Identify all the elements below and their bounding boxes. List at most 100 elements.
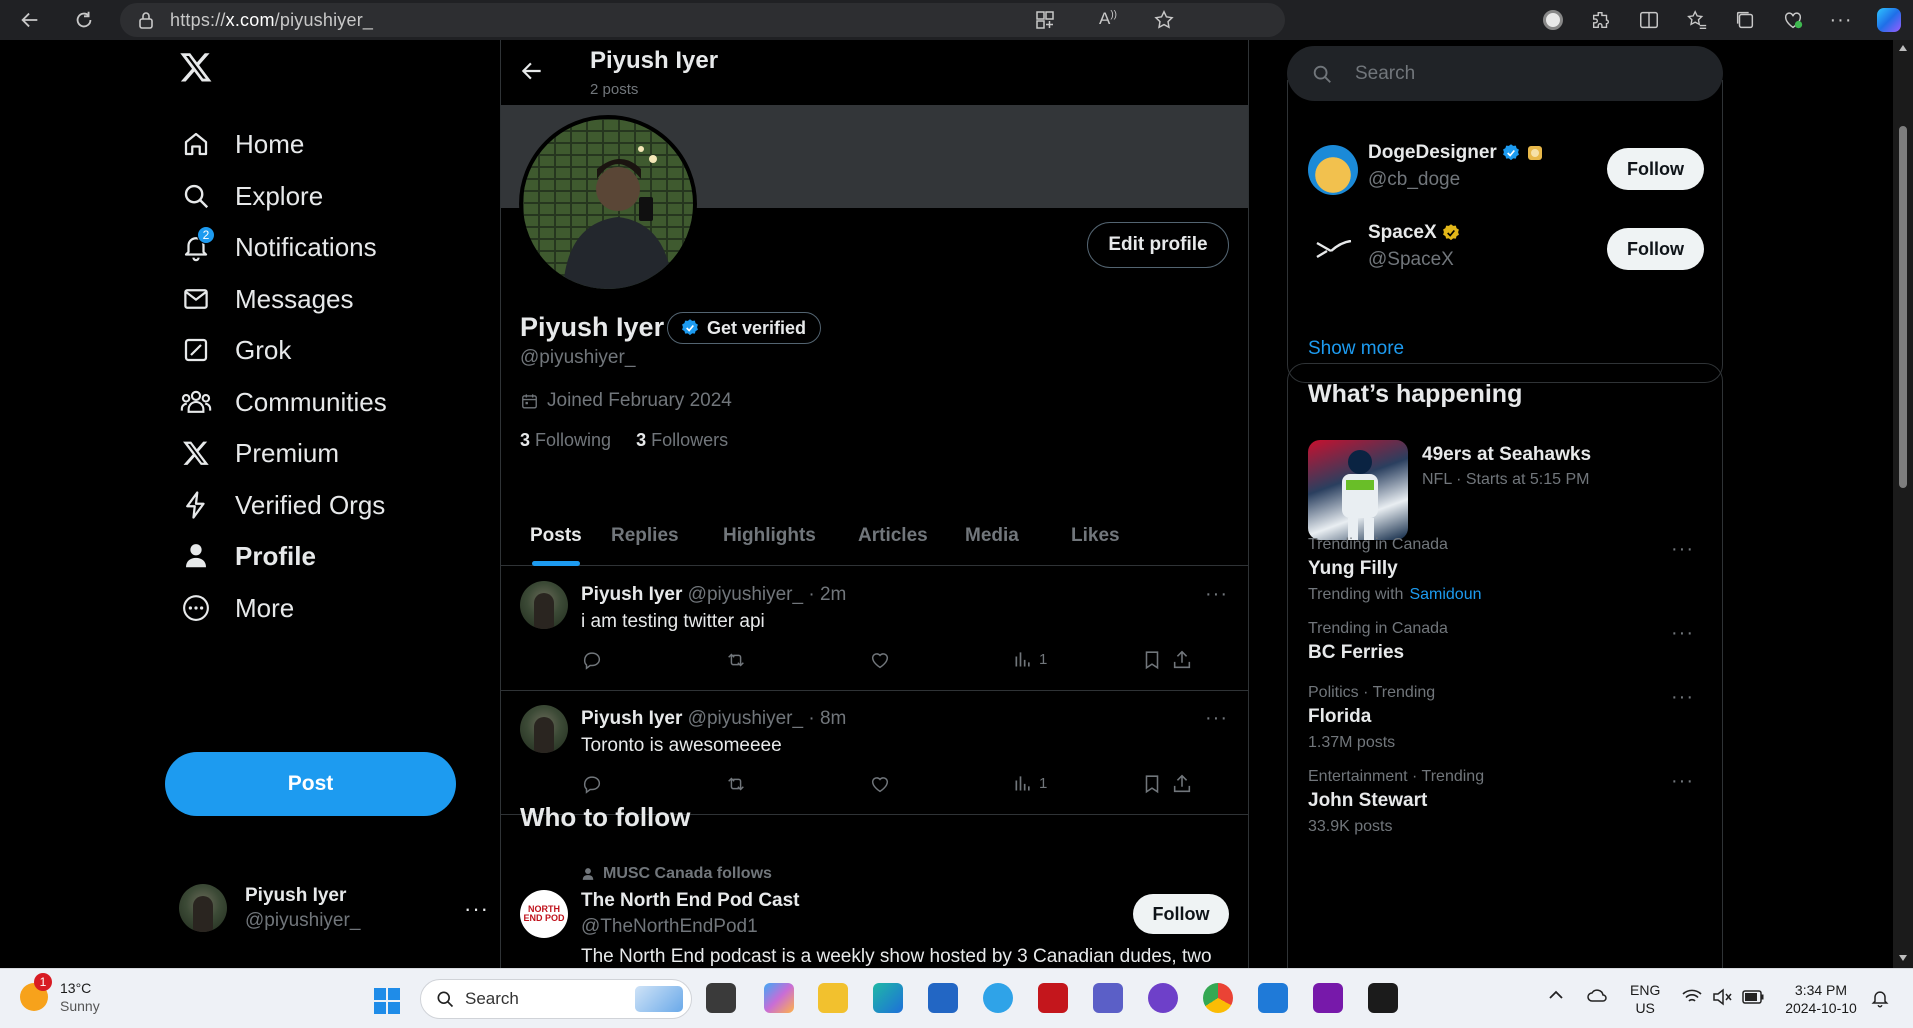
nav-notifications[interactable]: 2 Notifications — [165, 220, 377, 274]
avatar[interactable]: NORTH END POD — [520, 890, 568, 938]
share-icon[interactable] — [1171, 649, 1193, 671]
settings-more-icon[interactable]: ··· — [1817, 0, 1865, 40]
taskbar-search[interactable]: Search — [420, 979, 692, 1019]
tweet[interactable]: Piyush Iyer @piyushiyer_ · 2m ··· i am t… — [501, 567, 1248, 691]
views-icon[interactable]: 1 — [1013, 773, 1047, 793]
tab-media[interactable]: Media — [965, 506, 1019, 566]
suggested-account-name[interactable]: The North End Pod Cast — [581, 890, 800, 912]
scrollbar-thumb[interactable] — [1899, 126, 1907, 488]
onedrive-icon[interactable] — [1586, 987, 1608, 1003]
teams-icon[interactable] — [1093, 983, 1123, 1013]
wifi-icon[interactable] — [1682, 989, 1702, 1005]
language-indicator[interactable]: ENG US — [1630, 981, 1660, 1017]
extensions-icon[interactable] — [1577, 0, 1625, 40]
event-title[interactable]: 49ers at Seahawks — [1422, 444, 1591, 466]
trend-more-icon[interactable]: ··· — [1671, 686, 1694, 709]
repost-icon[interactable] — [725, 773, 747, 795]
profile-extension-icon[interactable] — [1529, 0, 1577, 40]
back-icon[interactable] — [10, 0, 50, 40]
trend-more-icon[interactable]: ··· — [1671, 770, 1694, 793]
apps-icon[interactable] — [1035, 10, 1055, 30]
read-aloud-icon[interactable]: A)) — [1099, 9, 1117, 29]
browser-essentials-icon[interactable] — [1769, 0, 1817, 40]
microsoft-store-icon[interactable] — [928, 983, 958, 1013]
tweet-more-icon[interactable]: ··· — [1205, 583, 1228, 606]
nav-more[interactable]: More — [165, 581, 294, 635]
favorite-star-icon[interactable] — [1153, 9, 1175, 31]
scroll-up-icon[interactable] — [1898, 44, 1908, 52]
trend-more-icon[interactable]: ··· — [1671, 622, 1694, 645]
speaker-muted-icon[interactable] — [1712, 988, 1732, 1006]
windows-start-icon[interactable] — [373, 987, 401, 1015]
nav-grok[interactable]: Grok — [165, 323, 291, 377]
tab-replies[interactable]: Replies — [611, 506, 679, 566]
vscode-icon[interactable] — [1258, 983, 1288, 1013]
clock[interactable]: 3:34 PM 2024-10-10 — [1776, 981, 1866, 1017]
tweet-author[interactable]: Piyush Iyer — [581, 708, 682, 729]
trend-item[interactable]: Politics · Trending Florida 1.37M posts … — [1308, 684, 1704, 752]
file-explorer-icon[interactable] — [818, 983, 848, 1013]
nav-messages[interactable]: Messages — [165, 272, 354, 326]
avatar[interactable] — [1308, 145, 1358, 195]
avatar[interactable] — [520, 705, 568, 753]
nav-communities[interactable]: Communities — [165, 375, 387, 429]
follow-button[interactable]: Follow — [1607, 148, 1704, 190]
nav-explore[interactable]: Explore — [165, 169, 323, 223]
like-icon[interactable] — [869, 649, 891, 671]
tab-articles[interactable]: Articles — [858, 506, 928, 566]
nav-premium[interactable]: Premium — [165, 426, 339, 480]
nav-home[interactable]: Home — [165, 117, 304, 171]
copilot-taskbar-icon[interactable] — [764, 983, 794, 1013]
reply-icon[interactable] — [581, 649, 603, 671]
share-icon[interactable] — [1171, 773, 1193, 795]
account-switcher[interactable]: Piyush Iyer @piyushiyer_ ··· — [179, 878, 489, 938]
scroll-down-icon[interactable] — [1898, 954, 1908, 962]
chrome-icon[interactable] — [1203, 983, 1233, 1013]
nav-verified-orgs[interactable]: Verified Orgs — [165, 478, 385, 532]
address-bar[interactable]: https://x.com/piyushiyer_ A)) — [120, 3, 1285, 37]
trend-related-link[interactable]: Samidoun — [1409, 586, 1481, 603]
teams-chat-icon[interactable] — [983, 983, 1013, 1013]
tweet[interactable]: Piyush Iyer @piyushiyer_ · 8m ··· Toront… — [501, 691, 1248, 815]
like-icon[interactable] — [869, 773, 891, 795]
tweet-more-icon[interactable]: ··· — [1205, 707, 1228, 730]
views-icon[interactable]: 1 — [1013, 649, 1047, 669]
terminal-icon[interactable] — [1368, 983, 1398, 1013]
split-screen-icon[interactable] — [1625, 0, 1673, 40]
weather-widget[interactable]: 1 13°C Sunny — [20, 973, 100, 1015]
profile-avatar[interactable] — [519, 115, 697, 293]
reply-icon[interactable] — [581, 773, 603, 795]
trend-item[interactable]: Trending in Canada Yung Filly Trending w… — [1308, 536, 1704, 604]
x-logo-icon[interactable] — [179, 50, 213, 84]
suggestion-name[interactable]: DogeDesigner — [1368, 142, 1497, 164]
show-more-link[interactable]: Show more — [1308, 338, 1404, 360]
search-input[interactable] — [1355, 62, 1655, 85]
trend-more-icon[interactable]: ··· — [1671, 538, 1694, 561]
followers-link[interactable]: 3 Followers — [636, 430, 728, 450]
avatar[interactable] — [1308, 225, 1358, 275]
collections-icon[interactable] — [1721, 0, 1769, 40]
follow-button[interactable]: Follow — [1607, 228, 1704, 270]
github-desktop-icon[interactable] — [1148, 983, 1178, 1013]
trend-item[interactable]: Entertainment · Trending John Stewart 33… — [1308, 768, 1704, 836]
refresh-icon[interactable] — [64, 0, 104, 40]
page-scrollbar[interactable] — [1893, 40, 1913, 968]
edge-icon[interactable] — [873, 983, 903, 1013]
onenote-icon[interactable] — [1313, 983, 1343, 1013]
post-button[interactable]: Post — [165, 752, 456, 816]
avatar[interactable] — [520, 581, 568, 629]
suggestion-name[interactable]: SpaceX — [1368, 222, 1437, 244]
edit-profile-button[interactable]: Edit profile — [1087, 222, 1229, 268]
favorites-icon[interactable] — [1673, 0, 1721, 40]
bookmark-icon[interactable] — [1141, 649, 1163, 671]
battery-icon[interactable] — [1742, 990, 1764, 1004]
trend-item[interactable]: Trending in Canada BC Ferries ··· — [1308, 620, 1704, 664]
tab-posts[interactable]: Posts — [530, 506, 582, 566]
event-image[interactable] — [1308, 440, 1408, 540]
tab-highlights[interactable]: Highlights — [723, 506, 816, 566]
back-arrow-icon[interactable] — [519, 58, 545, 84]
get-verified-button[interactable]: Get verified — [667, 312, 822, 344]
bookmark-icon[interactable] — [1141, 773, 1163, 795]
repost-icon[interactable] — [725, 649, 747, 671]
copilot-icon[interactable] — [1865, 0, 1913, 40]
